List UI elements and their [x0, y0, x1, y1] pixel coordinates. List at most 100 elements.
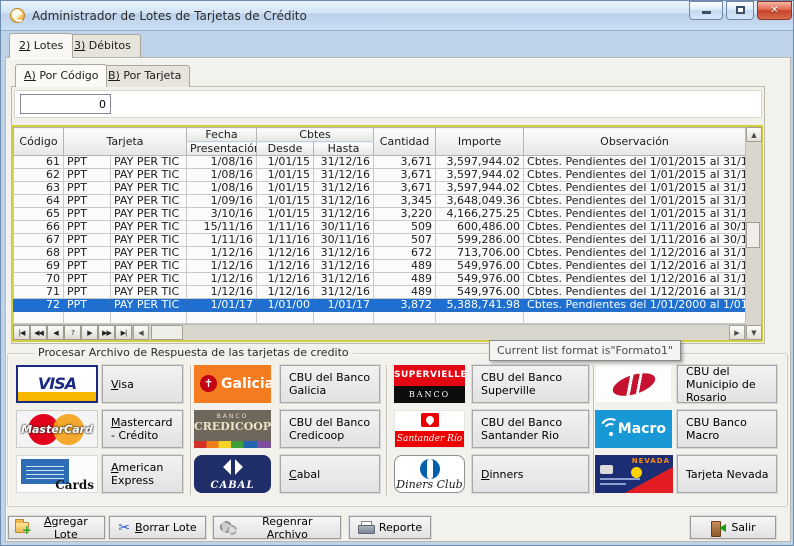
grid-cell: PPT — [64, 286, 111, 299]
col-fecha[interactable]: Fecha — [187, 128, 257, 142]
cbu-rosario-button[interactable]: CBU del Municipio de Rosario — [677, 365, 777, 403]
dinners-button[interactable]: Dinners — [472, 455, 589, 493]
grid-row[interactable]: 71PPTPAY PER TIC1/12/161/12/1631/12/1648… — [14, 286, 746, 299]
maximize-button[interactable] — [726, 1, 754, 20]
grid-cell: 509 — [374, 221, 436, 234]
column-divider — [593, 365, 594, 495]
tarjeta-nevada-button[interactable]: Tarjeta Nevada — [677, 455, 777, 493]
cbu-credicoop-button[interactable]: CBU del Banco Credicoop — [280, 410, 380, 448]
vertical-scroll-track[interactable] — [746, 142, 761, 325]
scroll-left-icon[interactable]: ◀ — [133, 325, 149, 340]
cbu-macro-button[interactable]: CBU Banco Macro — [677, 410, 777, 448]
mastercard-button[interactable]: Mastercard - Crédito — [102, 410, 183, 448]
grid-nav-button[interactable]: ▶ — [81, 325, 98, 340]
grid-row[interactable]: 62PPTPAY PER TIC1/08/161/01/1531/12/163,… — [14, 169, 746, 182]
vertical-scrollbar[interactable]: ▲ ▼ — [745, 127, 761, 340]
visa-button[interactable]: Visa — [102, 365, 183, 403]
grid-row[interactable]: 68PPTPAY PER TIC1/12/161/12/1631/12/1667… — [14, 247, 746, 260]
grid-empty-cell — [314, 312, 374, 324]
cbu-supervielle-button[interactable]: CBU del Banco Superville — [472, 365, 589, 403]
scroll-right-icon[interactable]: ▶ — [729, 325, 745, 340]
cbu-santander-button[interactable]: CBU del Banco Santander Rio — [472, 410, 589, 448]
rosario-logo — [595, 365, 672, 403]
grid-cell: 63 — [14, 182, 64, 195]
cbu-galicia-button[interactable]: CBU del Banco Galicia — [280, 365, 380, 403]
column-divider — [386, 365, 387, 495]
grid-cell: PAY PER TIC — [111, 260, 187, 273]
grid-cell: 71 — [14, 286, 64, 299]
grid-row[interactable]: 72PPTPAY PER TIC1/01/171/01/001/01/173,8… — [14, 299, 746, 312]
scroll-down-icon[interactable]: ▼ — [746, 325, 762, 340]
nevada-logo-text: NEVADA — [632, 457, 670, 465]
grid-row[interactable]: 63PPTPAY PER TIC1/08/161/01/1531/12/163,… — [14, 182, 746, 195]
vertical-scroll-thumb[interactable] — [746, 222, 760, 248]
subtab-por-tarjeta[interactable]: B) Por Tarjeta — [99, 65, 190, 87]
col-fecha-presentacion[interactable]: Presentación — [187, 142, 257, 156]
nevada-logo: NEVADA — [595, 455, 673, 493]
grid-nav-button[interactable]: ▶▶ — [98, 325, 115, 340]
col-desde[interactable]: Desde — [257, 142, 314, 156]
grid-cell: 31/12/16 — [314, 260, 374, 273]
col-observacion[interactable]: Observación — [524, 128, 746, 156]
grid-cell: 31/12/16 — [314, 182, 374, 195]
col-tarjeta[interactable]: Tarjeta — [64, 128, 187, 156]
horizontal-scroll-track[interactable] — [183, 325, 729, 340]
galicia-logo-text: Galicia — [221, 376, 271, 392]
supervielle-logo: SUPERVIELLE BANCO — [394, 365, 465, 403]
grid-cell: 31/12/16 — [314, 156, 374, 169]
tab-debitos[interactable]: 3) Débitos — [64, 34, 141, 57]
grid-row[interactable]: 65PPTPAY PER TIC3/10/161/01/1531/12/163,… — [14, 208, 746, 221]
grid-empty-cell — [187, 312, 257, 324]
grid-nav-button[interactable]: |◀ — [13, 325, 30, 340]
agregar-lote-button[interactable]: Agregar Lote — [8, 516, 105, 539]
amex-button[interactable]: American Express — [102, 455, 183, 493]
process-groupbox: Procesar Archivo de Respuesta de las tar… — [7, 353, 788, 507]
grid-row[interactable]: 67PPTPAY PER TIC1/11/161/11/1630/11/1650… — [14, 234, 746, 247]
grid-cell: 70 — [14, 273, 64, 286]
col-cantidad[interactable]: Cantidad — [374, 128, 436, 156]
grid-cell: 1/12/16 — [187, 260, 257, 273]
grid-row[interactable]: 61PPTPAY PER TIC1/08/161/01/1531/12/163,… — [14, 156, 746, 169]
cabal-button[interactable]: Cabal — [280, 455, 380, 493]
grid-row[interactable]: 64PPTPAY PER TIC1/09/161/01/1531/12/163,… — [14, 195, 746, 208]
horizontal-scrollbar[interactable]: ◀ ▶ — [132, 325, 745, 340]
cbu-galicia-label: CBU del Banco Galicia — [289, 371, 375, 397]
col-importe[interactable]: Importe — [436, 128, 524, 156]
grid-cell: PPT — [64, 182, 111, 195]
maximize-icon — [736, 6, 745, 14]
tab-lotes[interactable]: 2) Lotes — [9, 33, 73, 58]
grid-body: 61PPTPAY PER TIC1/08/161/01/1531/12/163,… — [14, 156, 746, 324]
reporte-button[interactable]: Reporte — [349, 516, 431, 539]
amex-button-label: American Express — [111, 461, 178, 487]
exit-door-icon — [710, 521, 726, 535]
visa-logo: VISA — [16, 365, 98, 403]
minimize-button[interactable] — [689, 1, 723, 20]
grid-nav-button[interactable]: ◀◀ — [30, 325, 47, 340]
grid-nav-button[interactable]: ◀ — [47, 325, 64, 340]
codigo-filter-input[interactable] — [20, 94, 111, 114]
grid-cell: 3,671 — [374, 169, 436, 182]
grid-cell: 3,671 — [374, 182, 436, 195]
grid-nav-button[interactable]: ? — [64, 325, 81, 340]
borrar-lote-button[interactable]: ✂ Borrar Lote — [109, 516, 206, 539]
grid-cell: 600,486.00 — [436, 221, 524, 234]
grid-row[interactable]: 66PPTPAY PER TIC15/11/161/11/1630/11/165… — [14, 221, 746, 234]
regenerar-archivo-label: Regenrar Archivo — [241, 515, 334, 541]
grid-cell: 1/08/16 — [187, 156, 257, 169]
salir-button[interactable]: Salir — [690, 516, 776, 539]
app-window: Administrador de Lotes de Tarjetas de Cr… — [0, 0, 794, 546]
scroll-up-icon[interactable]: ▲ — [746, 127, 762, 142]
col-hasta[interactable]: Hasta — [314, 142, 374, 156]
grid-nav-button[interactable]: ▶| — [115, 325, 132, 340]
regenerar-archivo-button[interactable]: Regenrar Archivo — [213, 516, 341, 539]
grid-row[interactable]: 70PPTPAY PER TIC1/12/161/12/1631/12/1648… — [14, 273, 746, 286]
col-codigo[interactable]: Código — [14, 128, 64, 156]
col-cbtes[interactable]: Cbtes — [257, 128, 374, 142]
close-button[interactable]: ✕ — [757, 1, 792, 20]
horizontal-scroll-thumb[interactable] — [151, 325, 183, 340]
subtab-por-codigo[interactable]: A) Por Código — [15, 64, 107, 87]
grid-cell: PPT — [64, 221, 111, 234]
grid-row[interactable]: 69PPTPAY PER TIC1/12/161/12/1631/12/1648… — [14, 260, 746, 273]
credicoop-logo: BANCO CREDICOOP — [194, 410, 271, 448]
grid-cell: 3/10/16 — [187, 208, 257, 221]
